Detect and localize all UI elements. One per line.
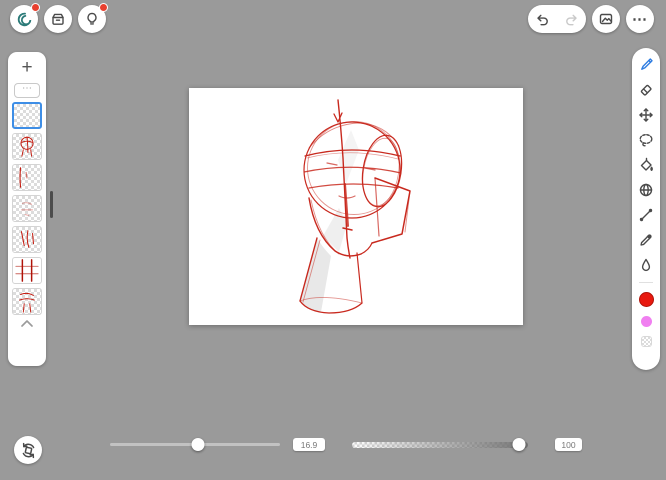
- layer-thumbnail-4[interactable]: [12, 195, 42, 222]
- brush-icon: [641, 58, 653, 70]
- blend-tool[interactable]: [638, 257, 654, 273]
- rotate-canvas-icon: [22, 442, 34, 458]
- lasso-tool[interactable]: [638, 132, 654, 148]
- menu-dots-icon: ⋯: [632, 11, 648, 28]
- eyedropper-tool[interactable]: [638, 232, 654, 248]
- layer-thumbnail-3[interactable]: [12, 164, 42, 191]
- lasso-icon: [639, 133, 653, 147]
- mesh-tool[interactable]: [638, 182, 654, 198]
- canvas-artwork: [299, 99, 411, 314]
- move-icon: [639, 108, 653, 122]
- undo-icon: [537, 14, 548, 25]
- layer-thumbnail-6[interactable]: [12, 257, 42, 284]
- gallery-icon: [599, 13, 613, 25]
- layer-options-button[interactable]: ⋯: [14, 83, 40, 98]
- brush-size-value: 16.9: [293, 438, 325, 451]
- grid-sphere-icon: [639, 183, 653, 197]
- opacity-slider[interactable]: [352, 438, 528, 451]
- layers-panel: + ⋯: [8, 52, 46, 366]
- eraser-icon: [640, 84, 652, 96]
- undo-redo-group: [528, 5, 586, 33]
- eyedropper-icon: [640, 234, 652, 246]
- move-tool[interactable]: [638, 107, 654, 123]
- redo-button[interactable]: [558, 5, 586, 33]
- water-drop-icon: [641, 258, 651, 272]
- layers-list: [12, 102, 42, 315]
- gallery-button[interactable]: [592, 5, 620, 33]
- slider-thumb[interactable]: [191, 438, 205, 451]
- layers-scroll-button[interactable]: [21, 320, 33, 327]
- layer-thumbnail-2[interactable]: [12, 133, 42, 160]
- lightbulb-icon: [87, 12, 97, 25]
- save-icon: [52, 13, 64, 25]
- layer-thumbnail-7[interactable]: [12, 288, 42, 315]
- app-logo-icon: [17, 12, 31, 26]
- redo-icon: [566, 14, 577, 25]
- color-swatch-transparent[interactable]: [640, 336, 652, 347]
- brush-tool[interactable]: [638, 57, 654, 73]
- fill-tool[interactable]: [638, 157, 654, 173]
- color-swatch-red[interactable]: [638, 292, 654, 307]
- chevron-up-icon: [21, 320, 33, 327]
- notification-badge: [99, 3, 108, 12]
- layer-thumbnail-1[interactable]: [12, 102, 42, 129]
- line-icon: [639, 208, 653, 222]
- notification-badge: [31, 3, 40, 12]
- slider-thumb[interactable]: [512, 438, 526, 451]
- main-menu-button[interactable]: ⋯: [626, 5, 654, 33]
- brush-size-slider[interactable]: [110, 438, 280, 451]
- rotate-canvas-button[interactable]: [14, 436, 42, 464]
- save-button[interactable]: [44, 5, 72, 33]
- tips-button[interactable]: [78, 3, 108, 33]
- slider-track: [352, 442, 528, 448]
- panel-resize-handle[interactable]: [50, 191, 53, 218]
- paint-bucket-icon: [640, 157, 653, 171]
- tools-toolbar: [632, 48, 660, 370]
- app-logo-button[interactable]: [10, 3, 40, 33]
- layer-thumbnail-5[interactable]: [12, 226, 42, 253]
- color-swatch-pink[interactable]: [640, 316, 652, 327]
- line-tool[interactable]: [638, 207, 654, 223]
- opacity-value: 100: [555, 438, 582, 451]
- eraser-tool[interactable]: [638, 82, 654, 98]
- toolbar-divider: [639, 282, 653, 283]
- drawing-canvas[interactable]: [189, 88, 523, 325]
- add-layer-button[interactable]: +: [14, 56, 40, 79]
- undo-button[interactable]: [529, 5, 557, 33]
